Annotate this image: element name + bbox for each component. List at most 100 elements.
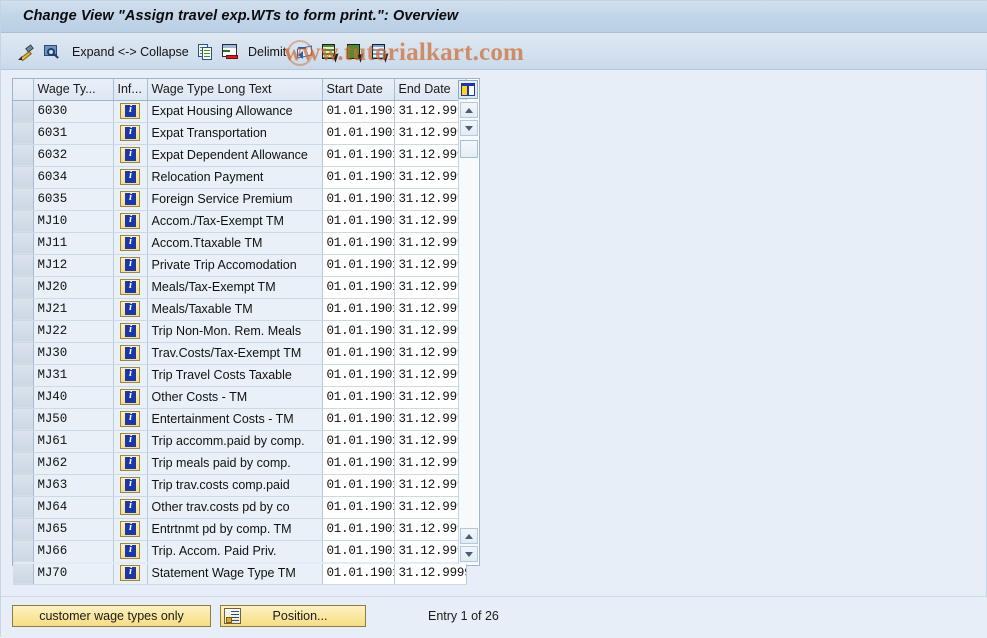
col-header-info[interactable]: Inf... xyxy=(113,79,148,101)
cell-wage-type[interactable]: MJ61 xyxy=(33,430,114,453)
cell-info[interactable] xyxy=(113,562,148,585)
cell-wage-type[interactable]: 6031 xyxy=(33,122,114,145)
cell-start-date[interactable]: 01.01.1901 xyxy=(322,144,395,167)
cell-info[interactable] xyxy=(113,100,148,123)
table-row[interactable]: MJ65 Entrtnmt pd by comp. TM01.01.190131.… xyxy=(13,518,467,541)
cell-info[interactable] xyxy=(113,342,148,365)
info-icon[interactable] xyxy=(120,454,140,471)
info-icon[interactable] xyxy=(120,366,140,383)
cell-long-text[interactable]: Expat Dependent Allowance xyxy=(147,144,323,167)
cell-wage-type[interactable]: MJ31 xyxy=(33,364,114,387)
cell-start-date[interactable]: 01.01.1901 xyxy=(322,232,395,255)
col-header-start-date[interactable]: Start Date xyxy=(322,79,395,101)
cell-long-text[interactable]: Trip trav.costs comp.paid xyxy=(147,474,323,497)
cell-wage-type[interactable]: 6035 xyxy=(33,188,114,211)
cell-start-date[interactable]: 01.01.1901 xyxy=(322,540,395,563)
table-row[interactable]: MJ66 Trip. Accom. Paid Priv.01.01.190131.… xyxy=(13,540,467,563)
info-icon[interactable] xyxy=(120,388,140,405)
cell-long-text[interactable]: Meals/Tax-Exempt TM xyxy=(147,276,323,299)
table-row[interactable]: MJ21 Meals/Taxable TM01.01.190131.12.9999 xyxy=(13,298,467,321)
cell-start-date[interactable]: 01.01.1901 xyxy=(322,210,395,233)
toolbar-display-button[interactable] xyxy=(42,41,60,63)
cell-wage-type[interactable]: MJ11 xyxy=(33,232,114,255)
cell-end-date[interactable]: 31.12.9999 xyxy=(394,562,467,585)
table-vertical-scrollbar[interactable] xyxy=(458,100,478,564)
cell-end-date[interactable]: 31.12.9999 xyxy=(394,430,467,453)
info-icon[interactable] xyxy=(120,542,140,559)
scroll-down-button[interactable] xyxy=(460,120,478,136)
cell-end-date[interactable]: 31.12.9999 xyxy=(394,342,467,365)
position-button[interactable]: Position... xyxy=(220,605,366,627)
row-select-cell[interactable] xyxy=(13,188,34,211)
table-row[interactable]: MJ20 Meals/Tax-Exempt TM01.01.190131.12.9… xyxy=(13,276,467,299)
cell-wage-type[interactable]: 6030 xyxy=(33,100,114,123)
cell-start-date[interactable]: 01.01.1901 xyxy=(322,562,395,585)
cell-end-date[interactable]: 31.12.9999 xyxy=(394,276,467,299)
cell-long-text[interactable]: Private Trip Accomodation xyxy=(147,254,323,277)
row-select-cell[interactable] xyxy=(13,254,34,277)
table-row[interactable]: 6032 Expat Dependent Allowance01.01.19013… xyxy=(13,144,467,167)
scroll-thumb[interactable] xyxy=(460,140,478,158)
info-icon[interactable] xyxy=(120,564,140,581)
cell-info[interactable] xyxy=(113,298,148,321)
row-select-cell[interactable] xyxy=(13,540,34,563)
info-icon[interactable] xyxy=(120,322,140,339)
cell-wage-type[interactable]: 6034 xyxy=(33,166,114,189)
cell-start-date[interactable]: 01.01.1901 xyxy=(322,408,395,431)
cell-long-text[interactable]: Expat Transportation xyxy=(147,122,323,145)
cell-end-date[interactable]: 31.12.9999 xyxy=(394,364,467,387)
cell-end-date[interactable]: 31.12.9999 xyxy=(394,474,467,497)
cell-info[interactable] xyxy=(113,540,148,563)
cell-info[interactable] xyxy=(113,188,148,211)
cell-end-date[interactable]: 31.12.9999 xyxy=(394,122,467,145)
cell-long-text[interactable]: Trip meals paid by comp. xyxy=(147,452,323,475)
cell-wage-type[interactable]: MJ50 xyxy=(33,408,114,431)
table-row[interactable]: MJ61 Trip accomm.paid by comp.01.01.19013… xyxy=(13,430,467,453)
cell-end-date[interactable]: 31.12.9999 xyxy=(394,386,467,409)
row-select-cell[interactable] xyxy=(13,342,34,365)
cell-wage-type[interactable]: MJ40 xyxy=(33,386,114,409)
row-select-cell[interactable] xyxy=(13,298,34,321)
cell-start-date[interactable]: 01.01.1901 xyxy=(322,518,395,541)
cell-info[interactable] xyxy=(113,144,148,167)
row-select-cell[interactable] xyxy=(13,100,34,123)
cell-wage-type[interactable]: MJ10 xyxy=(33,210,114,233)
cell-long-text[interactable]: Accom./Tax-Exempt TM xyxy=(147,210,323,233)
row-select-cell[interactable] xyxy=(13,122,34,145)
cell-info[interactable] xyxy=(113,320,148,343)
cell-info[interactable] xyxy=(113,386,148,409)
cell-start-date[interactable]: 01.01.1901 xyxy=(322,298,395,321)
table-row[interactable]: MJ11 Accom.Ttaxable TM01.01.190131.12.999… xyxy=(13,232,467,255)
table-row[interactable]: MJ40 Other Costs - TM01.01.190131.12.9999 xyxy=(13,386,467,409)
cell-long-text[interactable]: Entrtnmt pd by comp. TM xyxy=(147,518,323,541)
cell-long-text[interactable]: Accom.Ttaxable TM xyxy=(147,232,323,255)
info-icon[interactable] xyxy=(120,102,140,119)
row-select-cell[interactable] xyxy=(13,496,34,519)
row-select-cell[interactable] xyxy=(13,364,34,387)
cell-info[interactable] xyxy=(113,474,148,497)
table-row[interactable]: 6031 Expat Transportation01.01.190131.12.… xyxy=(13,122,467,145)
toolbar-delete-row-button[interactable] xyxy=(221,41,239,63)
cell-end-date[interactable]: 31.12.9999 xyxy=(394,540,467,563)
cell-start-date[interactable]: 01.01.1901 xyxy=(322,100,395,123)
table-row[interactable]: MJ70 Statement Wage Type TM01.01.190131.1… xyxy=(13,562,467,585)
cell-long-text[interactable]: Entertainment Costs - TM xyxy=(147,408,323,431)
scroll-page-up-button[interactable] xyxy=(460,528,478,544)
cell-long-text[interactable]: Other Costs - TM xyxy=(147,386,323,409)
cell-start-date[interactable]: 01.01.1901 xyxy=(322,342,395,365)
cell-end-date[interactable]: 31.12.9999 xyxy=(394,496,467,519)
column-config-icon[interactable] xyxy=(458,80,478,99)
cell-start-date[interactable]: 01.01.1901 xyxy=(322,122,395,145)
cell-long-text[interactable]: Relocation Payment xyxy=(147,166,323,189)
cell-start-date[interactable]: 01.01.1901 xyxy=(322,166,395,189)
cell-info[interactable] xyxy=(113,122,148,145)
cell-end-date[interactable]: 31.12.9999 xyxy=(394,232,467,255)
row-select-cell[interactable] xyxy=(13,320,34,343)
cell-end-date[interactable]: 31.12.9999 xyxy=(394,210,467,233)
cell-end-date[interactable]: 31.12.9999 xyxy=(394,452,467,475)
toolbar-copy-button[interactable] xyxy=(197,41,215,63)
info-icon[interactable] xyxy=(120,124,140,141)
row-select-cell[interactable] xyxy=(13,144,34,167)
cell-end-date[interactable]: 31.12.9999 xyxy=(394,298,467,321)
cell-start-date[interactable]: 01.01.1901 xyxy=(322,386,395,409)
